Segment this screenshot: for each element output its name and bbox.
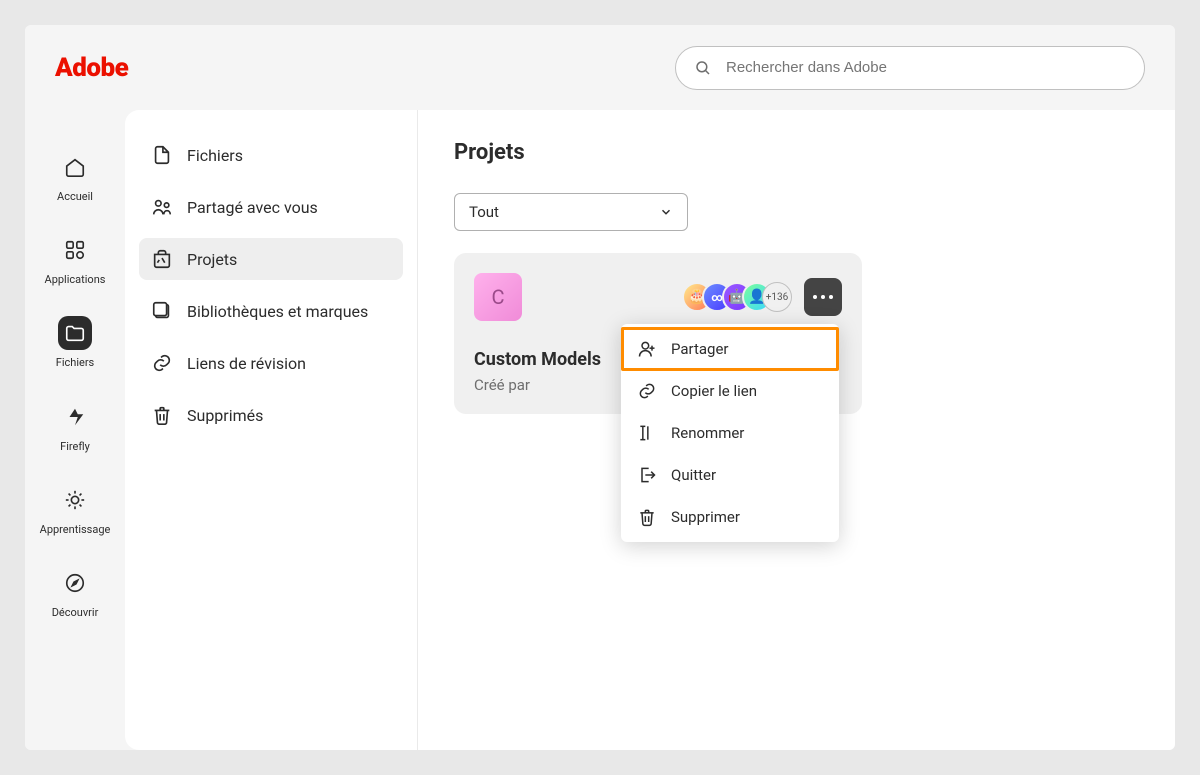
menu-item-quitter[interactable]: Quitter xyxy=(621,454,839,496)
search-field[interactable] xyxy=(675,46,1145,90)
page-title: Projets xyxy=(454,140,1139,165)
discover-icon xyxy=(58,566,92,600)
firefly-icon xyxy=(58,400,92,434)
files-icon xyxy=(58,316,92,350)
lower-region: Accueil Applications Fichiers Firefly xyxy=(25,110,1175,750)
rail-item-firefly[interactable]: Firefly xyxy=(35,400,115,453)
menu-item-supprimer[interactable]: Supprimer xyxy=(621,496,839,538)
main-content: Projets Tout C 🎂 ∞ 🤖 👤 +136 xyxy=(417,110,1175,750)
sidebar: Fichiers Partagé avec vous Projets Bibli… xyxy=(125,110,417,750)
collaborators: 🎂 ∞ 🤖 👤 +136 xyxy=(682,278,842,316)
home-icon xyxy=(58,150,92,184)
sidebar-label: Partagé avec vous xyxy=(187,198,318,217)
filter-value: Tout xyxy=(469,203,499,221)
share-person-icon xyxy=(637,339,657,359)
search-input[interactable] xyxy=(726,59,1126,76)
menu-label: Renommer xyxy=(671,424,744,442)
menu-label: Partager xyxy=(671,340,729,358)
rename-icon xyxy=(637,423,657,443)
sidebar-item-bibliotheques[interactable]: Bibliothèques et marques xyxy=(139,290,403,332)
sidebar-item-projets[interactable]: Projets xyxy=(139,238,403,280)
chevron-down-icon xyxy=(659,205,673,219)
rail-item-accueil[interactable]: Accueil xyxy=(35,150,115,203)
libraries-icon xyxy=(151,300,173,322)
menu-item-renommer[interactable]: Renommer xyxy=(621,412,839,454)
card-header: C 🎂 ∞ 🤖 👤 +136 xyxy=(474,273,842,321)
trash-icon xyxy=(151,404,173,426)
app-window: Adobe Accueil Applications xyxy=(25,25,1175,750)
sidebar-label: Bibliothèques et marques xyxy=(187,302,368,321)
rail-label: Apprentissage xyxy=(40,523,111,536)
project-thumbnail: C xyxy=(474,273,522,321)
more-options-button[interactable] xyxy=(804,278,842,316)
rail-label: Applications xyxy=(45,273,106,286)
rail-item-fichiers[interactable]: Fichiers xyxy=(35,316,115,369)
menu-item-partager[interactable]: Partager xyxy=(621,327,839,371)
menu-item-copier-lien[interactable]: Copier le lien xyxy=(621,370,839,412)
avatar-more-count: +136 xyxy=(762,282,792,312)
nav-rail: Accueil Applications Fichiers Firefly xyxy=(25,110,125,750)
menu-label: Supprimer xyxy=(671,508,740,526)
leave-icon xyxy=(637,465,657,485)
avatar-stack: 🎂 ∞ 🤖 👤 +136 xyxy=(682,282,792,312)
rail-item-applications[interactable]: Applications xyxy=(35,233,115,286)
rail-label: Accueil xyxy=(57,190,93,203)
delete-icon xyxy=(637,507,657,527)
rail-label: Fichiers xyxy=(56,356,94,369)
projects-icon xyxy=(151,248,173,270)
shared-icon xyxy=(151,196,173,218)
rail-label: Découvrir xyxy=(52,606,99,619)
rail-item-apprentissage[interactable]: Apprentissage xyxy=(35,483,115,536)
adobe-logo: Adobe xyxy=(55,53,128,83)
sidebar-item-liens[interactable]: Liens de révision xyxy=(139,342,403,384)
context-menu: Partager Copier le lien Renommer Quitter xyxy=(621,324,839,542)
filter-select[interactable]: Tout xyxy=(454,193,688,231)
project-card[interactable]: C 🎂 ∞ 🤖 👤 +136 Custom xyxy=(454,253,862,414)
sidebar-label: Fichiers xyxy=(187,146,243,165)
menu-label: Quitter xyxy=(671,466,716,484)
sidebar-label: Supprimés xyxy=(187,406,263,425)
search-icon xyxy=(694,59,712,77)
top-bar: Adobe xyxy=(25,25,1175,110)
rail-label: Firefly xyxy=(60,440,90,453)
sidebar-item-fichiers[interactable]: Fichiers xyxy=(139,134,403,176)
rail-item-decouvrir[interactable]: Découvrir xyxy=(35,566,115,619)
sidebar-item-supprimes[interactable]: Supprimés xyxy=(139,394,403,436)
link-icon xyxy=(637,381,657,401)
sidebar-label: Liens de révision xyxy=(187,354,306,373)
apps-icon xyxy=(58,233,92,267)
sidebar-label: Projets xyxy=(187,250,237,269)
sidebar-item-partage[interactable]: Partagé avec vous xyxy=(139,186,403,228)
learn-icon xyxy=(58,483,92,517)
menu-label: Copier le lien xyxy=(671,382,757,400)
link-icon xyxy=(151,352,173,374)
file-icon xyxy=(151,144,173,166)
